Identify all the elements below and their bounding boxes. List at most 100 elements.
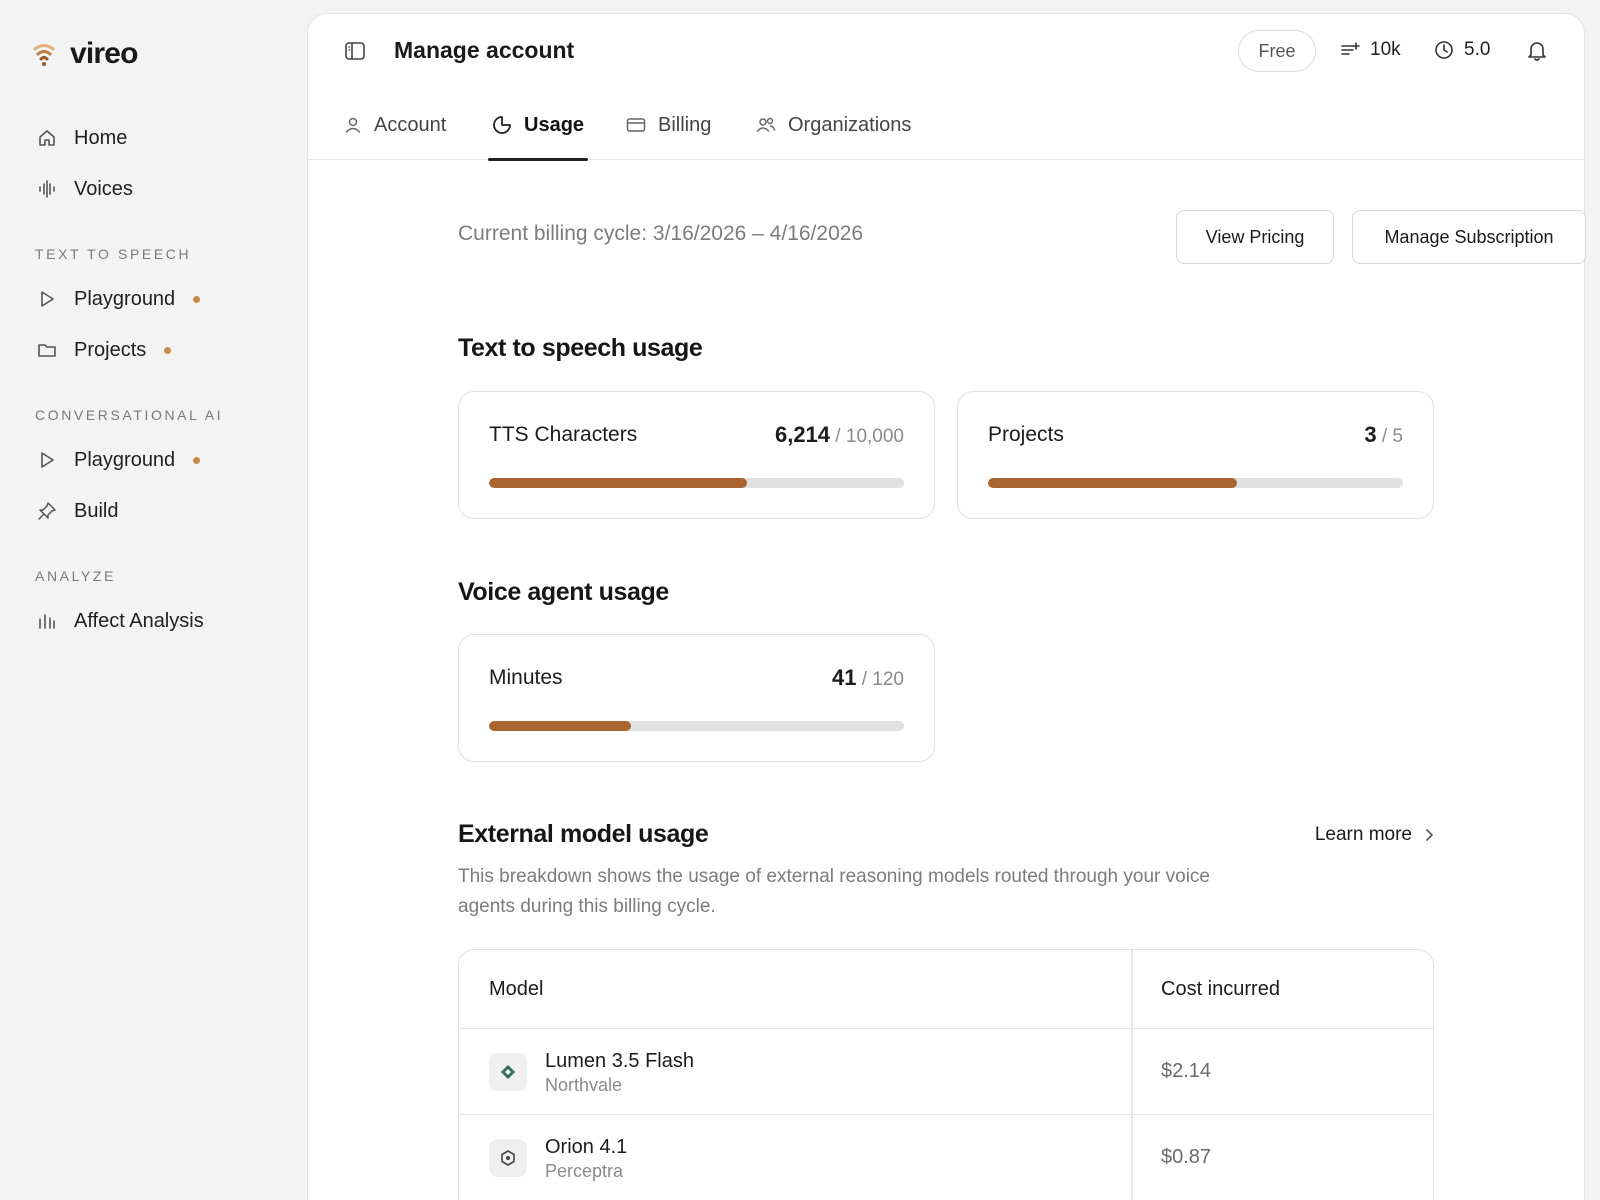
topbar: Manage account Free 10k 5.0 — [308, 14, 1584, 86]
sidebar-toggle-icon[interactable] — [344, 40, 366, 62]
usage-limit: 10,000 — [845, 426, 904, 447]
table-row[interactable]: Lumen 3.5 Flash Northvale $2.14 — [459, 1029, 1433, 1115]
sidebar-item-label: Projects — [74, 338, 147, 361]
tab-usage[interactable]: Usage — [487, 90, 589, 161]
progress-fill — [489, 721, 631, 731]
model-name: Lumen 3.5 Flash — [545, 1049, 694, 1072]
card-icon — [626, 116, 646, 134]
new-indicator-dot — [193, 295, 201, 303]
tab-billing[interactable]: Billing — [626, 90, 711, 160]
progress-track — [489, 721, 904, 731]
minutes-card: Minutes 41 / 120 — [458, 634, 935, 762]
progress-track — [489, 478, 904, 488]
folder-icon — [36, 339, 58, 361]
concurrency-value: 5.0 — [1464, 39, 1491, 60]
sidebar-item-affect-analysis[interactable]: Affect Analysis — [36, 601, 204, 641]
voice-agent-usage-title: Voice agent usage — [458, 578, 669, 606]
pin-icon — [36, 500, 58, 522]
model-vendor: Perceptra — [545, 1160, 624, 1181]
model-vendor: Northvale — [545, 1074, 623, 1095]
column-header-cost: Cost incurred — [1161, 977, 1280, 1000]
view-pricing-button[interactable]: View Pricing — [1176, 210, 1334, 264]
brand-name: vireo — [70, 37, 139, 70]
sidebar-item-label: Voices — [74, 177, 133, 200]
sidebar-item-voices[interactable]: Voices — [36, 169, 133, 209]
sidebar-item-label: Playground — [74, 448, 176, 471]
sidebar-item-cai-playground[interactable]: Playground — [36, 440, 201, 480]
new-indicator-dot — [164, 346, 172, 354]
user-icon — [344, 116, 362, 134]
progress-track — [988, 478, 1403, 488]
credits-icon — [1340, 40, 1360, 60]
sidebar-item-label: Playground — [74, 287, 176, 310]
card-label: Minutes — [489, 666, 563, 689]
model-cell: Lumen 3.5 Flash Northvale — [489, 1029, 694, 1114]
external-usage-description: This breakdown shows the usage of extern… — [458, 866, 1210, 917]
sidebar-item-label: Build — [74, 499, 119, 522]
new-indicator-dot — [193, 456, 201, 464]
column-header-model: Model — [489, 977, 544, 1000]
waveform-icon — [36, 178, 58, 200]
learn-more-label: Learn more — [1314, 824, 1412, 845]
model-info: Lumen 3.5 Flash Northvale — [545, 1048, 694, 1096]
card-label: TTS Characters — [489, 423, 638, 446]
tab-label: Account — [374, 113, 447, 136]
progress-fill — [489, 478, 747, 488]
sidebar-item-label: Home — [74, 126, 128, 149]
sidebar-item-home[interactable]: Home — [36, 118, 127, 158]
sidebar-item-build[interactable]: Build — [36, 491, 118, 531]
usage-limit: 5 — [1392, 426, 1403, 447]
external-models-table: Model Cost incurred Lumen 3.5 Flash Nort… — [458, 949, 1434, 1200]
chevron-right-icon — [1424, 828, 1434, 842]
usage-value: 6,214 / 10,000 — [774, 422, 904, 447]
card-label: Projects — [988, 423, 1064, 446]
sidebar: vireo Home Voices TEXT TO SPEECH Playgro… — [0, 0, 306, 1200]
credits-indicator[interactable]: 10k — [1340, 39, 1401, 61]
cost-cell: $2.14 — [1161, 1060, 1212, 1082]
play-icon — [36, 449, 58, 471]
section-label-analyze: ANALYZE — [35, 568, 116, 584]
sidebar-item-tts-playground[interactable]: Playground — [36, 279, 201, 319]
usage-used: 6,214 — [774, 422, 831, 447]
usage-value: 3 / 5 — [1364, 422, 1403, 447]
cost-cell: $0.87 — [1161, 1146, 1212, 1168]
learn-more-link[interactable]: Learn more — [1315, 824, 1434, 846]
table-header-row: Model Cost incurred — [459, 950, 1433, 1029]
sidebar-item-label: Affect Analysis — [74, 609, 204, 632]
model-name: Orion 4.1 — [545, 1135, 628, 1158]
manage-subscription-button[interactable]: Manage Subscription — [1352, 210, 1586, 264]
users-icon — [756, 116, 776, 134]
account-tabs: Account Usage Billing Organizations — [308, 90, 1584, 161]
tab-label: Billing — [658, 113, 712, 136]
billing-cycle-text: Current billing cycle: 3/16/2026 – 4/16/… — [458, 222, 864, 245]
play-icon — [36, 288, 58, 310]
model-info: Orion 4.1 Perceptra — [545, 1134, 627, 1182]
bars-icon — [36, 610, 58, 632]
plan-badge[interactable]: Free — [1238, 30, 1316, 72]
usage-used: 3 — [1364, 422, 1377, 447]
section-label-conversational-ai: CONVERSATIONAL AI — [35, 407, 224, 423]
main-panel: Manage account Free 10k 5.0 Account Usag… — [307, 13, 1586, 1200]
model-cell: Orion 4.1 Perceptra — [489, 1115, 627, 1200]
clock-icon — [1434, 40, 1454, 60]
page-title: Manage account — [394, 37, 575, 63]
notifications-bell-icon[interactable] — [1527, 40, 1547, 62]
table-row[interactable]: Orion 4.1 Perceptra $0.87 — [459, 1115, 1433, 1200]
usage-used: 41 — [831, 665, 857, 690]
sidebar-item-projects[interactable]: Projects — [36, 330, 172, 370]
concurrency-indicator[interactable]: 5.0 — [1434, 39, 1490, 61]
credits-value: 10k — [1370, 39, 1401, 60]
tab-label: Usage — [524, 113, 585, 136]
external-model-usage-title: External model usage — [458, 820, 709, 848]
progress-fill — [988, 478, 1237, 488]
projects-card: Projects 3 / 5 — [957, 391, 1434, 519]
brand[interactable]: vireo — [30, 36, 139, 72]
tab-account[interactable]: Account — [344, 90, 446, 160]
usage-value: 41 / 120 — [831, 665, 904, 690]
usage-limit: 120 — [872, 669, 904, 690]
hexagon-icon — [489, 1138, 527, 1177]
home-icon — [36, 127, 58, 149]
tab-label: Organizations — [788, 113, 912, 136]
tab-organizations[interactable]: Organizations — [756, 90, 911, 160]
tts-usage-title: Text to speech usage — [458, 334, 703, 362]
